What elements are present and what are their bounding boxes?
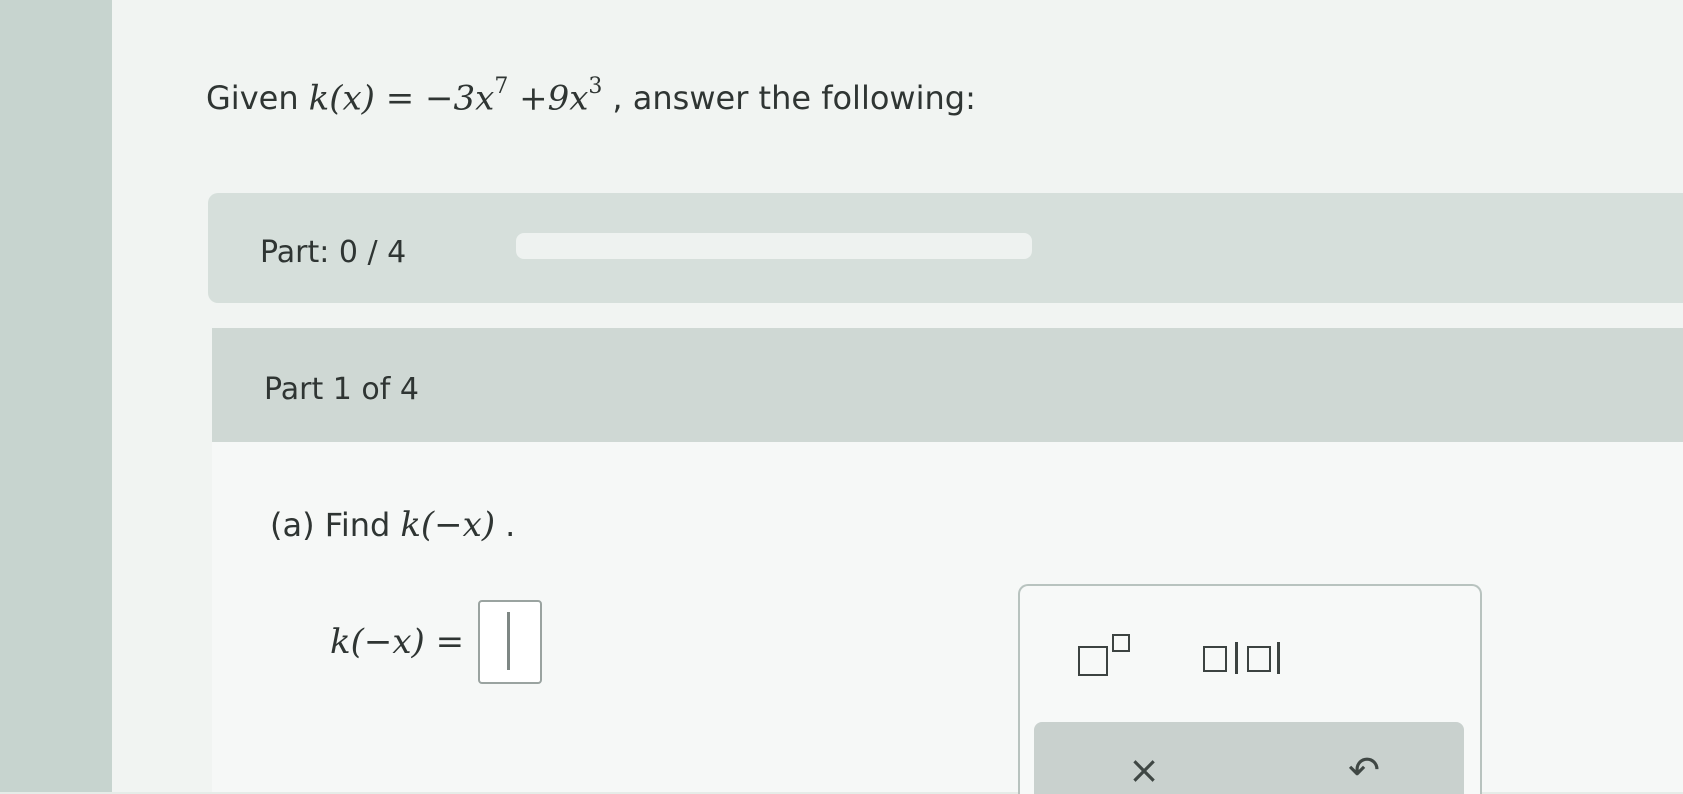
part-header: Part 1 of 4	[212, 328, 1683, 442]
term-1: −3x	[425, 78, 495, 119]
prompt-suffix: .	[505, 506, 516, 544]
progress-label: Part: 0 / 4	[260, 235, 407, 270]
function-lhs: k(x) =	[308, 78, 426, 119]
term-2-exponent: 3	[588, 74, 603, 99]
question-statement: Given k(x) = −3x7 +9x3 , answer the foll…	[206, 74, 976, 119]
absolute-value-template-icon	[1203, 646, 1227, 672]
prompt-math: k(−x)	[400, 505, 496, 545]
text-cursor-icon	[507, 612, 511, 670]
part-title: Part 1 of 4	[264, 372, 419, 407]
answer-row: k(−x) =	[330, 600, 543, 684]
left-background-strip	[0, 0, 112, 792]
prompt-prefix: (a) Find	[270, 506, 391, 544]
left-bar-icon	[1235, 642, 1238, 674]
answer-input[interactable]	[478, 600, 543, 684]
keypad-action-bar: × ↶	[1034, 722, 1464, 794]
superscript-button[interactable]	[1068, 624, 1148, 684]
undo-button[interactable]: ↶	[1334, 746, 1394, 794]
function-expression: k(x) = −3x7 +9x3	[308, 74, 603, 119]
absolute-value-button[interactable]	[1195, 624, 1305, 684]
question-prefix: Given	[206, 79, 299, 118]
progress-panel: Part: 0 / 4	[208, 193, 1683, 303]
term-2: +9x	[508, 78, 589, 119]
question-suffix: , answer the following:	[612, 79, 976, 118]
clear-button[interactable]: ×	[1114, 746, 1174, 794]
math-keypad: × ↶	[1018, 584, 1482, 794]
inner-box-icon	[1247, 646, 1271, 672]
part-prompt: (a) Find k(−x) .	[270, 505, 515, 545]
exponent-box-icon	[1112, 634, 1130, 652]
term-1-exponent: 7	[494, 74, 509, 99]
right-bar-icon	[1277, 642, 1280, 674]
progress-bar	[516, 233, 1032, 259]
superscript-template-icon	[1078, 646, 1108, 676]
answer-lhs: k(−x) =	[330, 622, 465, 662]
